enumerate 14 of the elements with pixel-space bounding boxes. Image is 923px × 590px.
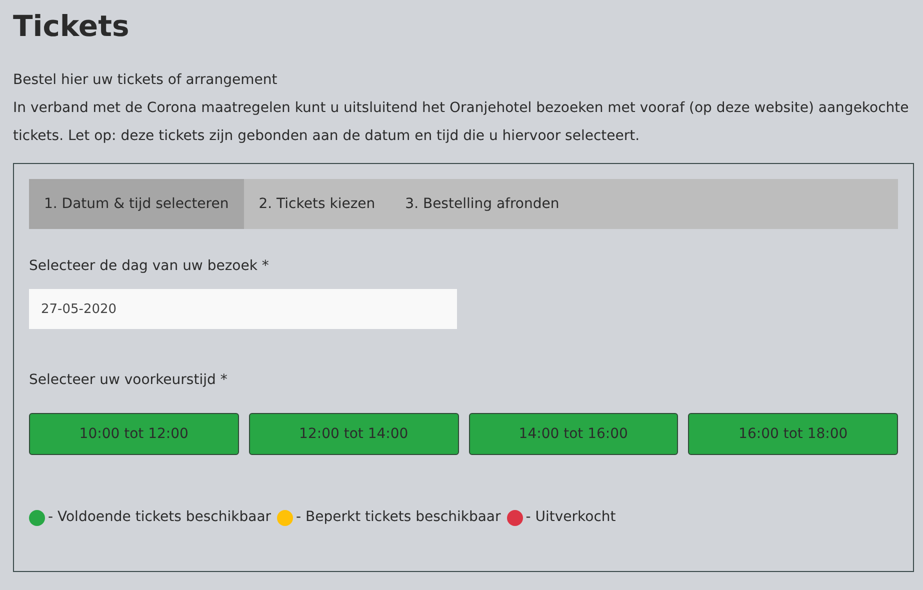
time-slot-button[interactable]: 10:00 tot 12:00 [29,413,239,455]
intro-text: Bestel hier uw tickets of arrangement [13,71,278,90]
legend-label: - Beperkt tickets beschikbaar [296,508,501,527]
time-slot-button[interactable]: 16:00 tot 18:00 [688,413,898,455]
legend-label: - Voldoende tickets beschikbaar [48,508,272,527]
page-title: Tickets [13,8,130,44]
field-label: Selecteer uw voorkeurstijd * [29,372,228,388]
time-slot-button[interactable]: 14:00 tot 16:00 [468,413,678,455]
field-label: Selecteer de dag van uw bezoek * [29,258,269,274]
legend-label: - Uitverkocht [526,508,616,527]
time-slot-button[interactable]: 12:00 tot 14:00 [248,413,458,455]
intro-text: In verband met de Corona maatregelen kunt u uitsluitend het Oranjehotel bezoeken met vooraf (op deze website) aangekochte tickets. Let op: deze tickets zijn gebonden aan de datum en tijd die u hiervoor selecteert. [13,99,910,146]
date-field[interactable]: 27-05-2020 [29,289,457,329]
step-tab[interactable]: 1. Datum & tijd selecteren [29,179,244,229]
